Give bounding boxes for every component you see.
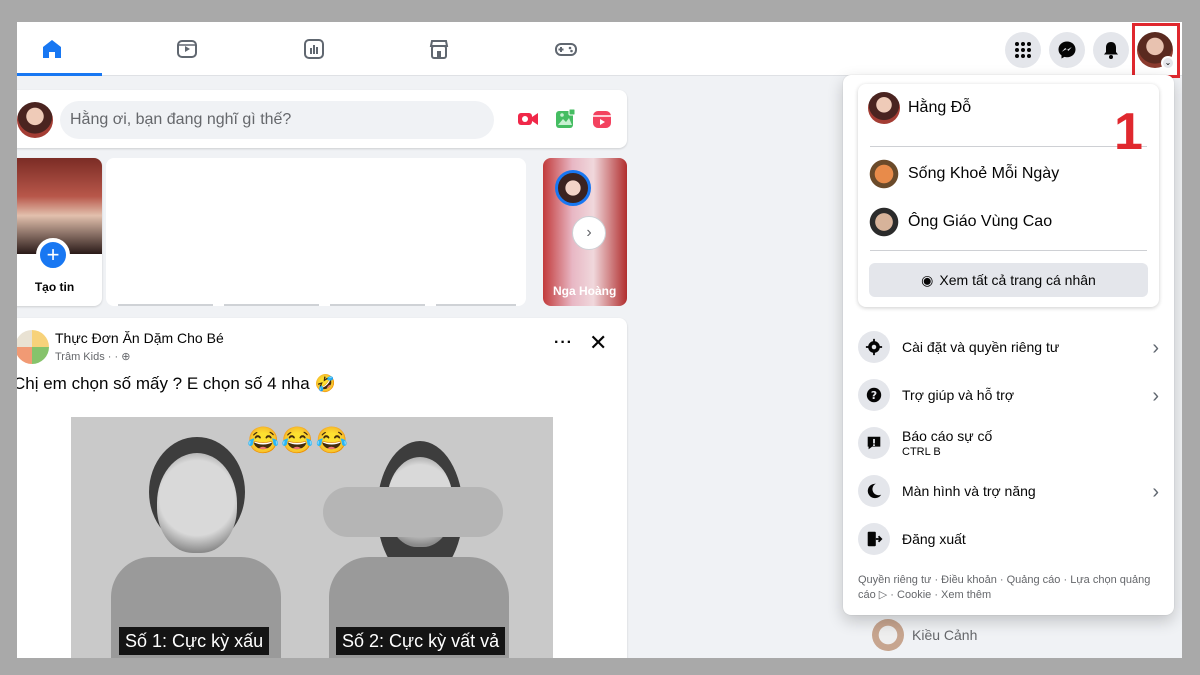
tab-video[interactable] — [137, 22, 237, 76]
notifications-button[interactable] — [1093, 32, 1129, 68]
menu-grid-button[interactable] — [1005, 32, 1041, 68]
top-navigation-bar: ⌄ — [17, 22, 1182, 78]
reel-icon[interactable] — [590, 107, 614, 131]
live-video-icon[interactable] — [516, 107, 540, 131]
current-profile[interactable]: Hằng Đỗ — [868, 90, 971, 126]
divider — [870, 250, 1147, 251]
moon-icon — [858, 475, 890, 507]
post-image[interactable]: 😂😂😂 Số 1: Cực kỳ xấu Số 2: Cực kỳ vất vả — [71, 417, 553, 658]
menu-item-label: Đăng xuất — [902, 531, 966, 547]
svg-text:?: ? — [871, 389, 877, 402]
video-icon — [177, 40, 197, 58]
chevron-right-icon: › — [1152, 337, 1159, 359]
contact-item[interactable]: Kiều Cảnh — [872, 619, 977, 651]
chevron-right-icon: › — [1152, 481, 1159, 503]
story-author: Nga Hoàng — [553, 284, 617, 298]
logout-icon — [858, 523, 890, 555]
menu-item-help[interactable]: ? Trợ giúp và hỗ trợ › — [858, 373, 1159, 417]
tab-feeds[interactable] — [264, 22, 364, 76]
home-icon — [43, 40, 61, 58]
loading-bar — [436, 304, 516, 306]
divider — [870, 146, 1147, 147]
avatar[interactable] — [17, 102, 53, 138]
grid-menu-icon — [1015, 42, 1031, 58]
menu-item-display[interactable]: Màn hình và trợ năng › — [858, 469, 1159, 513]
help-icon: ? — [858, 379, 890, 411]
chevron-right-icon: › — [1152, 385, 1159, 407]
caption-right: Số 2: Cực kỳ vất vả — [336, 627, 506, 655]
tab-home[interactable] — [17, 22, 102, 76]
story-avatar — [555, 170, 591, 206]
create-story-card[interactable]: + Tạo tin — [17, 158, 102, 306]
photo-video-icon[interactable] — [553, 107, 577, 131]
loading-bar — [118, 304, 213, 306]
create-story-label: Tạo tin — [34, 280, 75, 294]
switch-profile-icon — [868, 158, 900, 190]
gaming-icon — [555, 43, 577, 56]
legal-links[interactable]: Quyền riêng tư · Điều khoản · Quảng cáo … — [858, 573, 1158, 603]
avatar — [872, 619, 904, 651]
page-name: Ông Giáo Vùng Cao — [908, 213, 1053, 230]
page-profile-1[interactable]: Sống Khoẻ Mỗi Ngày — [868, 156, 1059, 192]
switch-profile-icon — [868, 206, 900, 238]
menu-item-settings[interactable]: Cài đặt và quyền riêng tư › — [858, 325, 1159, 369]
menu-item-label: Màn hình và trợ năng — [902, 483, 1036, 499]
composer-input[interactable]: Hằng ơi, bạn đang nghĩ gì thế? — [60, 101, 494, 139]
post-meta: Trâm Kids · · ⊕ — [55, 351, 131, 363]
page-name: Sống Khoẻ Mỗi Ngày — [908, 165, 1060, 182]
gear-icon — [858, 331, 890, 363]
sketch-sack — [323, 487, 503, 537]
sketch-face — [157, 453, 237, 553]
marketplace-icon — [429, 40, 449, 59]
page-avatar[interactable] — [17, 330, 49, 364]
step-number-annotation: 1 — [1114, 103, 1143, 161]
menu-item-label: Cài đặt và quyền riêng tư — [902, 339, 1060, 355]
post-author[interactable]: Thực Đơn Ăn Dặm Cho Bé — [55, 330, 224, 346]
menu-item-label: Báo cáo sự cố — [902, 428, 993, 444]
messenger-icon — [1058, 41, 1076, 59]
messenger-button[interactable] — [1049, 32, 1085, 68]
contact-name: Kiều Cảnh — [912, 627, 978, 643]
report-icon — [858, 427, 890, 459]
profile-name: Hằng Đỗ — [908, 99, 972, 116]
tab-marketplace[interactable] — [389, 22, 489, 76]
bell-icon — [1104, 42, 1118, 59]
chevron-right-icon[interactable]: › — [572, 216, 606, 250]
post-composer: Hằng ơi, bạn đang nghĩ gì thế? — [17, 90, 627, 148]
caption-left: Số 1: Cực kỳ xấu — [119, 627, 270, 655]
feed-post: Thực Đơn Ăn Dặm Cho Bé Trâm Kids · · ⊕ ·… — [17, 318, 627, 658]
menu-item-label: Trợ giúp và hỗ trợ — [902, 387, 1014, 403]
avatar — [868, 92, 900, 124]
facebook-window: ⌄ Hằng ơi, bạn đang nghĩ gì thế? + Tạo t… — [17, 22, 1182, 658]
highlight-box — [1132, 23, 1180, 78]
loading-bar — [330, 304, 425, 306]
loading-bar — [224, 304, 319, 306]
story-placeholder — [106, 158, 526, 306]
menu-item-logout[interactable]: Đăng xuất — [858, 517, 1159, 561]
plus-icon[interactable]: + — [36, 238, 70, 272]
menu-item-report[interactable]: Báo cáo sự cố CTRL B — [858, 421, 1159, 465]
post-text: Chị em chọn số mấy ? E chọn số 4 nha 🤣 — [17, 374, 336, 393]
stories-row: + Tạo tin Nga Hoàng › — [17, 158, 627, 306]
feeds-icon — [304, 39, 324, 59]
more-options-icon[interactable]: ··· — [554, 334, 573, 352]
shortcut-hint: CTRL B — [902, 446, 941, 458]
close-icon[interactable]: ✕ — [589, 330, 607, 356]
laughing-emoji-row: 😂😂😂 — [247, 425, 351, 455]
see-all-profiles-button[interactable]: ◉ Xem tất cả trang cá nhân — [869, 263, 1148, 297]
profiles-icon: ◉ — [921, 271, 934, 288]
tab-gaming[interactable] — [516, 22, 616, 76]
see-all-label: Xem tất cả trang cá nhân — [939, 272, 1096, 288]
page-profile-2[interactable]: Ông Giáo Vùng Cao — [868, 204, 1052, 240]
